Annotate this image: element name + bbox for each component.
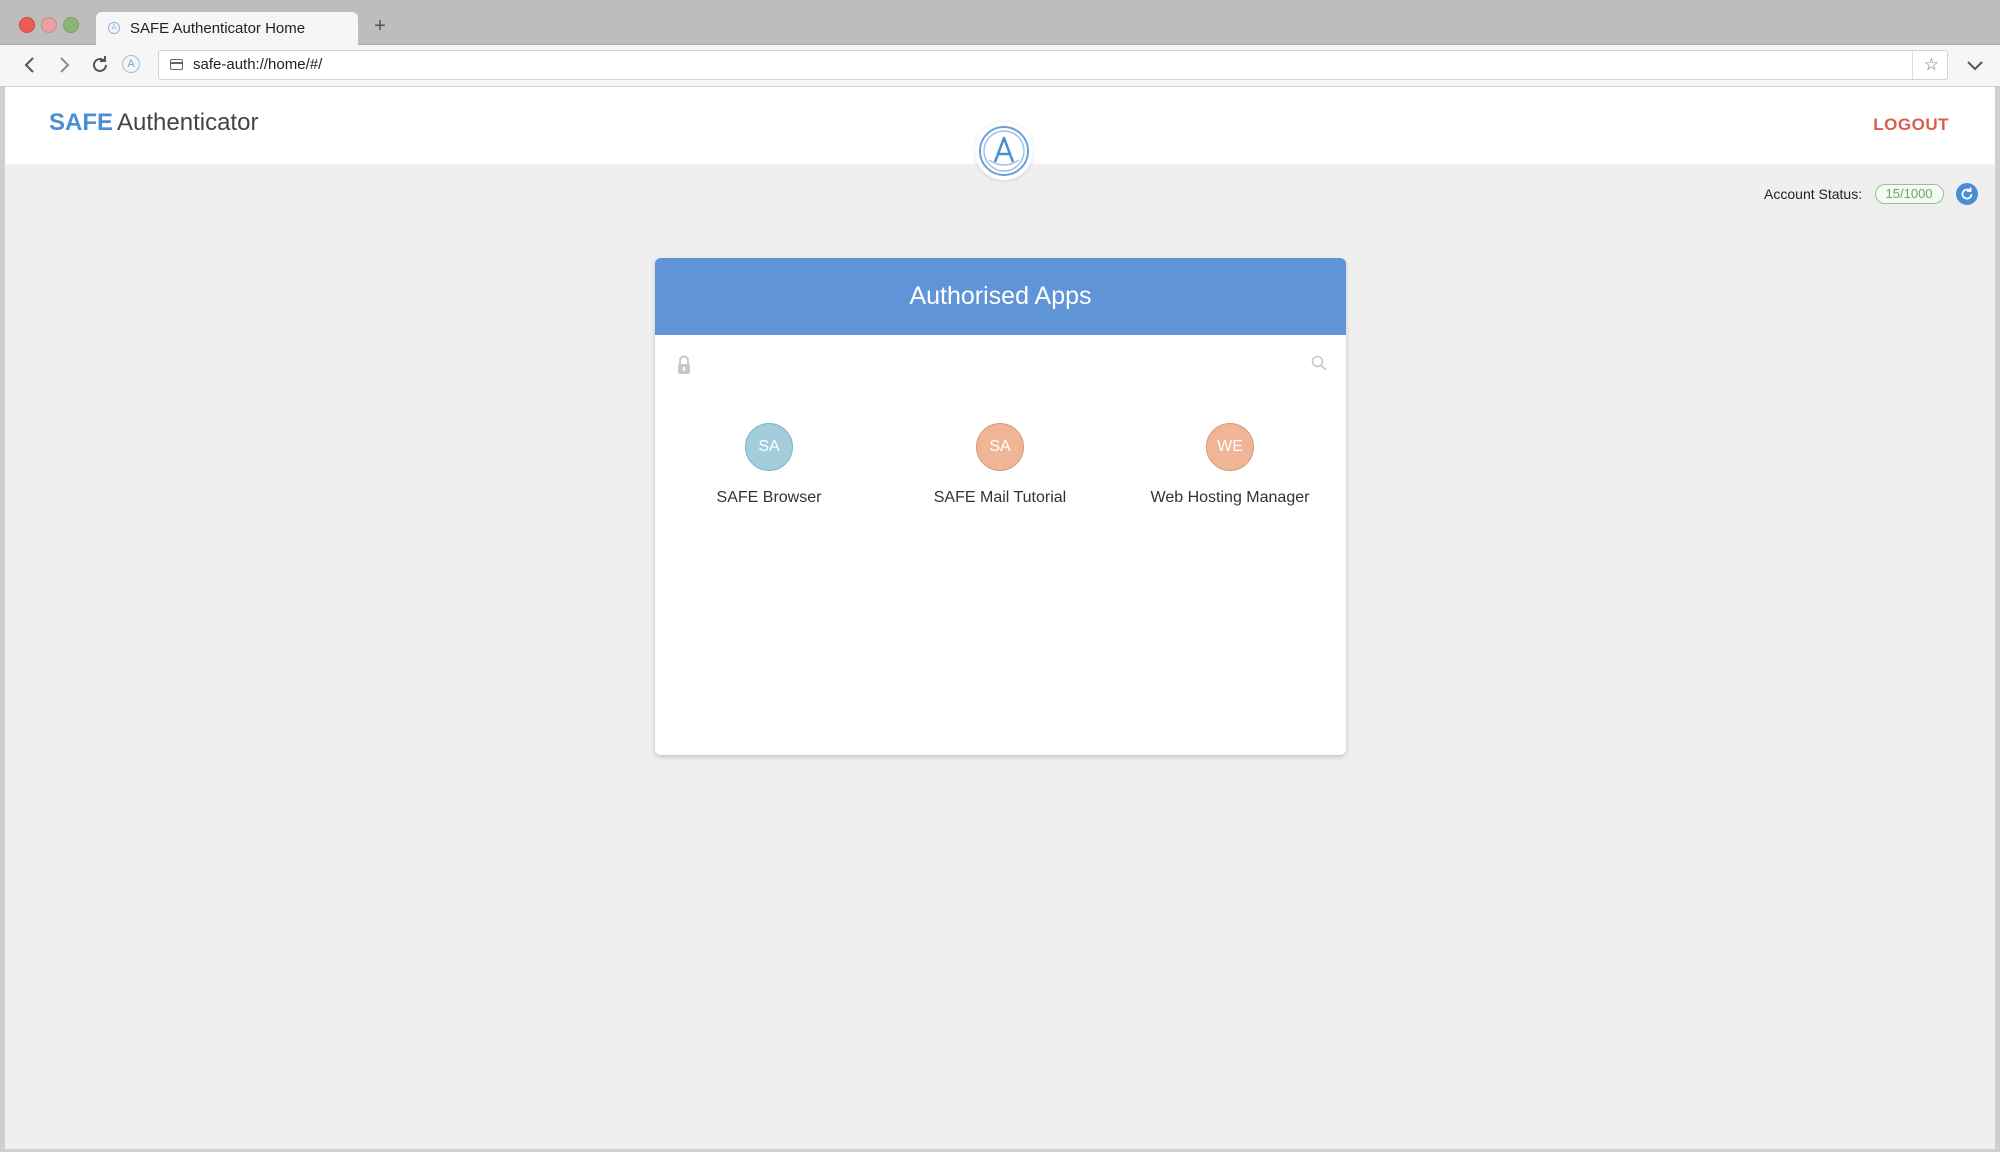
app-avatar: WE — [1206, 423, 1254, 471]
brand-authenticator-text: Authenticator — [117, 109, 259, 136]
app-tile-web-hosting-manager[interactable]: WE Web Hosting Manager — [1130, 423, 1330, 507]
account-status-label: Account Status: — [1764, 186, 1863, 202]
forward-icon[interactable] — [52, 53, 76, 77]
safe-favicon-icon: A — [108, 22, 120, 34]
maximize-window-button[interactable] — [63, 17, 79, 33]
tab-title: SAFE Authenticator Home — [130, 20, 306, 37]
app-tile-safe-mail-tutorial[interactable]: SA SAFE Mail Tutorial — [900, 423, 1100, 507]
search-icon[interactable] — [1310, 354, 1328, 372]
refresh-icon[interactable] — [1956, 183, 1978, 205]
app-avatar: SA — [745, 423, 793, 471]
url-text[interactable]: safe-auth://home/#/ — [193, 51, 322, 79]
app-name: SAFE Mail Tutorial — [933, 489, 1067, 506]
star-icon[interactable]: ☆ — [1924, 51, 1939, 79]
card-title: Authorised Apps — [655, 258, 1346, 335]
browser-window: A SAFE Authenticator Home + A safe-auth:… — [0, 0, 2000, 1152]
browser-toolbar: A safe-auth://home/#/ ☆ — [0, 45, 2000, 87]
safe-authenticator-logo-icon — [975, 122, 1033, 180]
app-header: SAFE Authenticator LOGOUT — [5, 87, 1995, 180]
lock-icon[interactable] — [675, 354, 693, 376]
app-name: SAFE Browser — [716, 489, 822, 506]
window-left-edge — [0, 86, 5, 1152]
window-right-edge — [1995, 86, 2000, 1152]
tab-strip: A SAFE Authenticator Home + — [0, 0, 2000, 45]
url-divider — [1912, 51, 1913, 79]
app-tile-safe-browser[interactable]: SA SAFE Browser — [669, 423, 869, 507]
brand-safe-text: SAFE — [49, 109, 114, 136]
page-icon — [170, 59, 183, 70]
account-status: Account Status: 15/1000 — [1764, 183, 1978, 207]
brand-logo: SAFE Authenticator — [49, 109, 258, 137]
authorised-apps-card: Authorised Apps SA SAFE Browser SA SAFE … — [655, 258, 1346, 755]
app-avatar: SA — [976, 423, 1024, 471]
safe-logo-icon[interactable]: A — [122, 55, 140, 73]
back-icon[interactable] — [18, 53, 42, 77]
app-name: Web Hosting Manager — [1150, 489, 1310, 506]
reload-icon[interactable] — [88, 53, 112, 77]
tab-safe-authenticator-home[interactable]: A SAFE Authenticator Home — [96, 12, 358, 45]
logout-button[interactable]: LOGOUT — [1873, 115, 1949, 135]
new-tab-button[interactable]: + — [370, 14, 390, 38]
close-window-button[interactable] — [19, 17, 35, 33]
address-bar[interactable]: safe-auth://home/#/ ☆ — [158, 50, 1948, 80]
chevron-down-icon[interactable] — [1964, 54, 1986, 76]
minimize-window-button[interactable] — [41, 17, 57, 33]
account-status-badge: 15/1000 — [1874, 184, 1944, 204]
